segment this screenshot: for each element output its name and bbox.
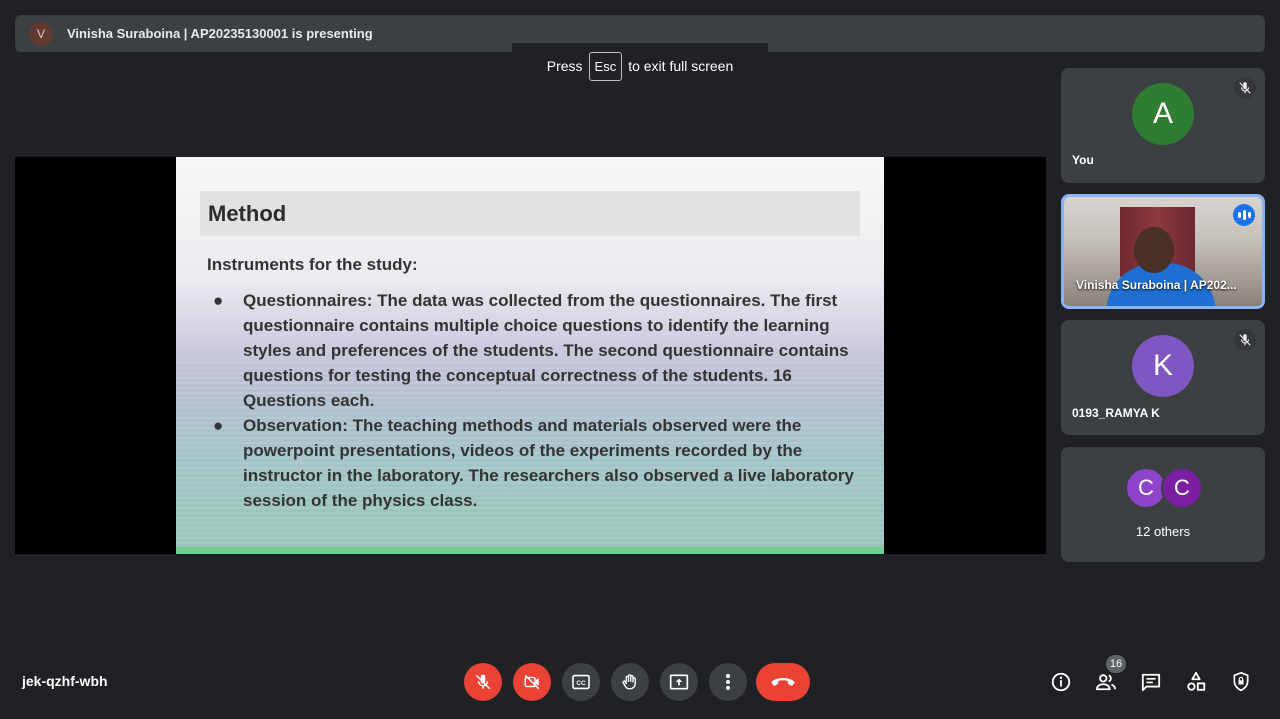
mic-toggle-button[interactable] <box>464 663 502 701</box>
more-options-icon <box>726 674 730 690</box>
presenter-status: Vinisha Suraboina | AP20235130001 is pre… <box>67 26 373 41</box>
slide-subtitle: Instruments for the study: <box>207 255 418 274</box>
chat-button[interactable] <box>1139 670 1163 694</box>
chat-icon <box>1141 673 1161 692</box>
captions-button[interactable]: CC <box>562 663 600 701</box>
presentation-stage[interactable]: Method Instruments for the study: ● Ques… <box>15 157 1046 554</box>
raise-hand-button[interactable] <box>611 663 649 701</box>
participant-tile-vinisha[interactable]: Vinisha Suraboina | AP202... <box>1061 194 1265 309</box>
host-controls-button[interactable] <box>1229 670 1253 694</box>
people-icon <box>1095 674 1116 691</box>
others-avatars: C C <box>1125 467 1203 509</box>
activities-button[interactable] <box>1184 670 1208 694</box>
video-person-head <box>1134 227 1174 273</box>
people-count-badge: 16 <box>1106 655 1126 673</box>
avatar: A <box>1132 83 1194 145</box>
presenter-avatar: V <box>29 21 53 46</box>
activities-icon <box>1187 671 1206 691</box>
bullet-dot: ● <box>213 291 224 310</box>
participant-name: 0193_RAMYA K <box>1072 406 1160 420</box>
slide-bullet-list: ● Questionnaires: The data was collected… <box>207 288 857 513</box>
slide-bullet: ● Observation: The teaching methods and … <box>207 413 857 513</box>
mic-off-icon <box>1234 77 1256 99</box>
captions-icon: CC <box>572 674 590 690</box>
bullet-dot: ● <box>213 416 224 435</box>
camera-toggle-button[interactable] <box>513 663 551 701</box>
slide-title-bar: Method <box>200 191 860 236</box>
shared-slide: Method Instruments for the study: ● Ques… <box>176 157 884 554</box>
others-count-label: 12 others <box>1135 524 1191 539</box>
participant-name: You <box>1072 153 1094 167</box>
slide-bottom-strip <box>176 547 884 554</box>
people-button[interactable] <box>1094 670 1118 694</box>
slide-bullet-text: Observation: The teaching methods and ma… <box>243 416 854 510</box>
raise-hand-icon <box>622 674 636 690</box>
camera-off-icon <box>524 674 540 690</box>
meeting-code: jek-qzhf-wbh <box>22 673 108 689</box>
info-icon <box>1051 672 1071 692</box>
esc-key: Esc <box>588 51 623 81</box>
hang-up-icon <box>771 678 795 686</box>
slide-title: Method <box>208 200 287 226</box>
participant-tile-ramya[interactable]: K 0193_RAMYA K <box>1061 320 1265 435</box>
participant-tile-others[interactable]: C C 12 others <box>1061 447 1265 562</box>
participant-tile-you[interactable]: A You <box>1061 68 1265 183</box>
more-options-button[interactable] <box>709 663 747 701</box>
slide-bullet: ● Questionnaires: The data was collected… <box>207 288 857 413</box>
meeting-details-button[interactable] <box>1049 670 1073 694</box>
avatar: K <box>1132 335 1194 397</box>
leave-call-button[interactable] <box>756 663 810 701</box>
present-screen-icon <box>669 674 689 690</box>
fullscreen-hint-press: Press <box>546 58 583 74</box>
svg-text:CC: CC <box>576 680 586 687</box>
avatar: C <box>1161 467 1203 509</box>
mic-off-icon <box>1234 329 1256 351</box>
shield-lock-icon <box>1233 671 1249 692</box>
fullscreen-hint-suffix: to exit full screen <box>628 58 734 74</box>
fullscreen-hint: Press Esc to exit full screen <box>512 43 768 89</box>
present-screen-button[interactable] <box>660 663 698 701</box>
mic-off-icon <box>475 674 491 690</box>
participant-name: Vinisha Suraboina | AP202... <box>1076 278 1237 292</box>
speaking-icon <box>1233 204 1255 226</box>
slide-bullet-text: Questionnaires: The data was collected f… <box>243 291 849 410</box>
